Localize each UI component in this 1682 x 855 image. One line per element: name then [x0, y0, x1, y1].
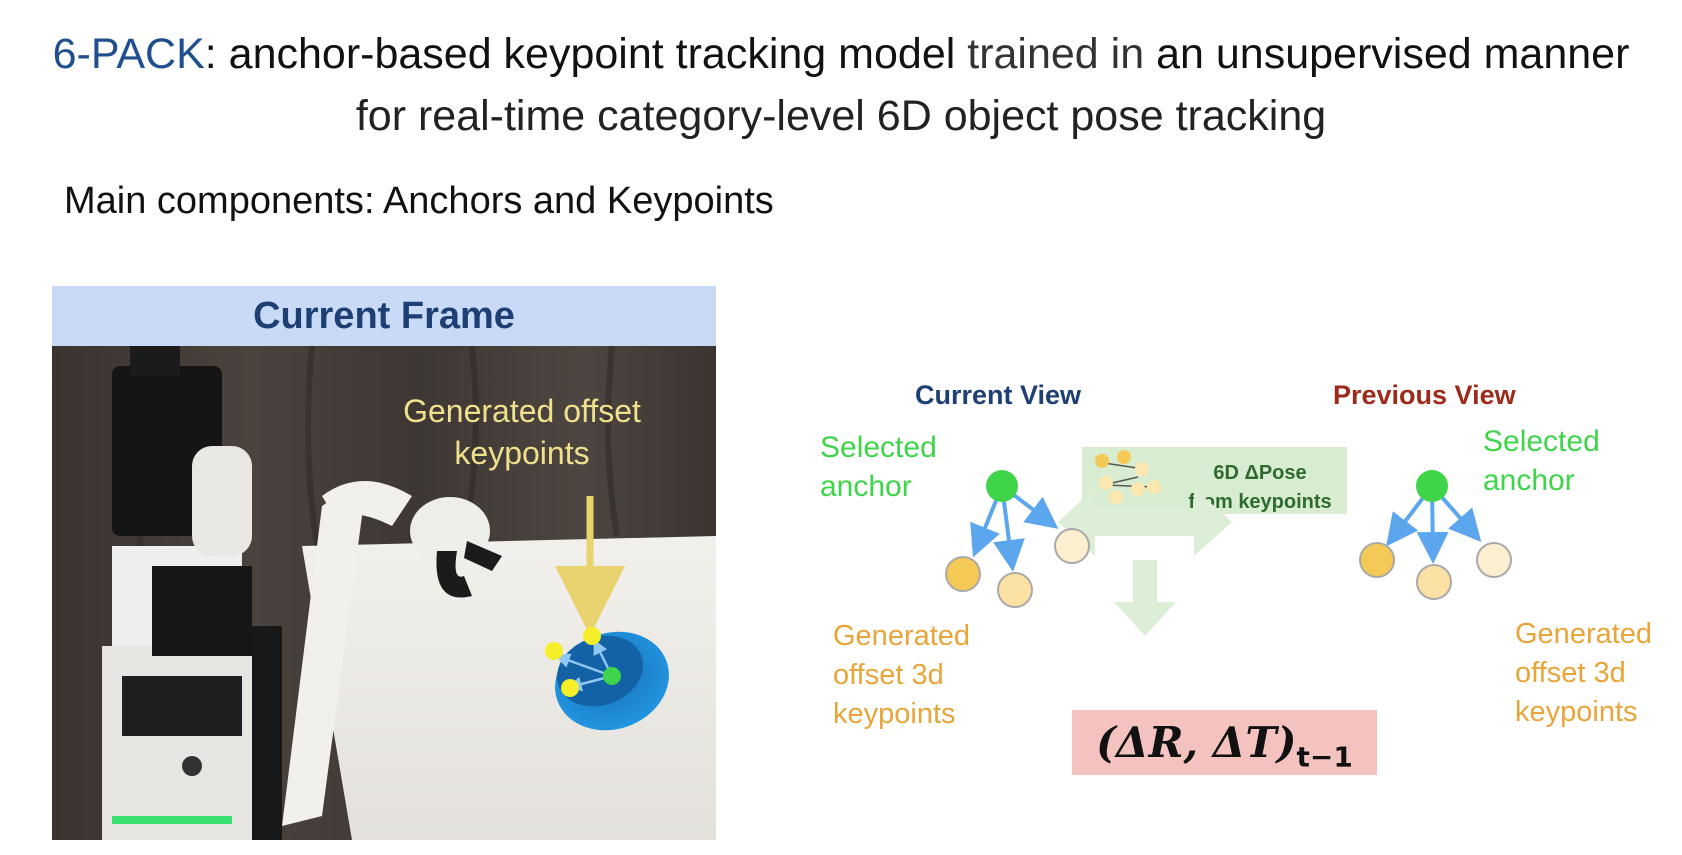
tracking-diagram: Current View Previous View Selected anch… [800, 380, 1680, 800]
pose-text-line2: from keypoints [1188, 491, 1332, 513]
delta-pose-formula: (ΔR, ΔT)t−1 [1072, 710, 1377, 775]
previous-view-title: Previous View [1333, 380, 1516, 410]
title-emphasis-2: an unsupervised manner [1156, 30, 1630, 78]
generated-label-line3: keypoints [833, 698, 956, 730]
current-selected-anchor-label: Selected anchor [820, 428, 937, 506]
current-anchor-node [986, 470, 1018, 502]
anchor-label-line2: anchor [1483, 464, 1575, 497]
slide-title-line2: for real-time category-level 6D object p… [355, 92, 1327, 140]
robot-photo: Generated offset keypoints [52, 346, 716, 840]
delta-pose-main: (ΔR, ΔT) [1096, 718, 1297, 767]
brand-name: 6-PACK [52, 30, 205, 78]
current-keypoint-node [997, 572, 1033, 608]
previous-keypoint-node [1359, 542, 1395, 578]
current-generated-keypoints-label: Generated offset 3d keypoints [833, 617, 970, 734]
previous-selected-anchor-label: Selected anchor [1483, 422, 1600, 500]
pose-text: 6D ΔPose from keypoints [1180, 459, 1340, 517]
anchor-label-line1: Selected [1483, 425, 1600, 458]
keypoint-dot [583, 627, 601, 645]
subheading-rest: : Anchors and Keypoints [363, 180, 774, 222]
previous-generated-keypoints-label: Generated offset 3d keypoints [1515, 615, 1652, 732]
current-keypoint-node [945, 556, 981, 592]
keypoint-dot [561, 679, 579, 697]
annotation-text-line2: keypoints [454, 435, 589, 471]
keypoint-dot [545, 642, 563, 660]
previous-anchor-node [1416, 470, 1448, 502]
pose-from-keypoints-box: 6D ΔPose from keypoints [1082, 447, 1347, 514]
generated-label-line3: keypoints [1515, 696, 1638, 728]
pose-text-line1: 6D ΔPose [1213, 462, 1307, 484]
current-frame-header: Current Frame [52, 286, 716, 346]
anchor-label-line2: anchor [820, 470, 912, 503]
annotation-text-line1: Generated offset [403, 393, 641, 429]
keypoint-matching-icon [1095, 450, 1161, 504]
robot-scene-illustration: Generated offset keypoints [52, 346, 716, 840]
title-colon: : [204, 30, 229, 78]
subheading-bold: Main components [64, 180, 364, 222]
generated-label-line2: offset 3d [833, 659, 944, 691]
previous-keypoint-node [1476, 542, 1512, 578]
down-arrow [1114, 560, 1176, 636]
title-plain-1: trained in [955, 30, 1157, 78]
main-components-heading: Main components: Anchors and Keypoints [64, 180, 774, 223]
generated-label-line1: Generated [1515, 618, 1653, 650]
slide-title-line1: 6-PACK: anchor-based keypoint tracking m… [0, 30, 1682, 79]
current-view-title: Current View [915, 380, 1082, 410]
title-emphasis-1: anchor-based keypoint tracking model [228, 30, 956, 78]
current-keypoint-node [1054, 528, 1090, 564]
delta-pose-result-box: (ΔR, ΔT)t−1 [1072, 710, 1377, 775]
delta-pose-subscript: t−1 [1296, 740, 1353, 774]
anchor-dot [603, 667, 621, 685]
generated-label-line2: offset 3d [1515, 657, 1626, 689]
generated-label-line1: Generated [833, 620, 971, 652]
previous-anchor-arrows [1386, 484, 1482, 564]
current-frame-panel: Current Frame Generated offset keypoints [52, 286, 716, 840]
previous-keypoint-node [1416, 564, 1452, 600]
anchor-label-line1: Selected [820, 431, 937, 464]
current-anchor-arrows [970, 484, 1059, 572]
